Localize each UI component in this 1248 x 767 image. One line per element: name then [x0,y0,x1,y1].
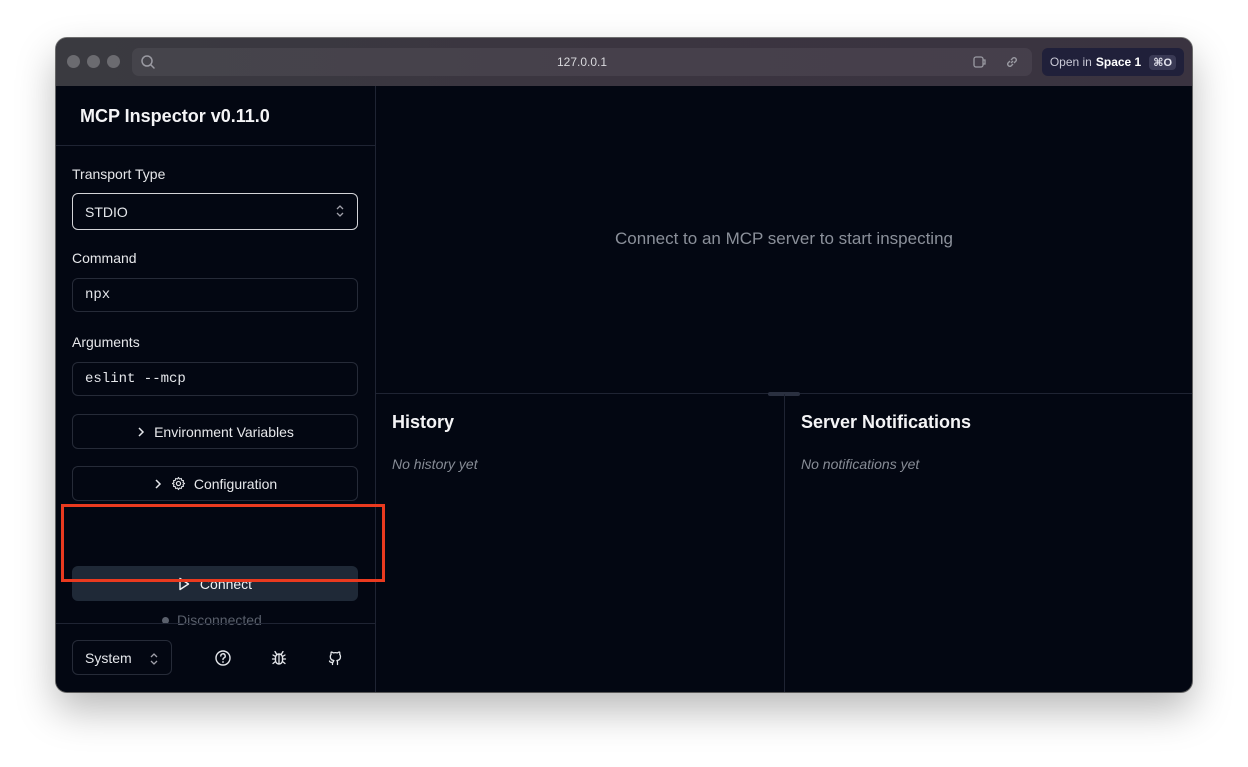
link-icon[interactable] [1004,54,1020,70]
connect-button[interactable]: Connect [72,566,358,601]
gear-icon [171,476,185,491]
close-window-button[interactable] [67,55,80,68]
chevron-right-icon [138,426,145,437]
app-title: MCP Inspector v0.11.0 [80,106,270,126]
reader-icon[interactable] [972,54,988,70]
configuration-label: Configuration [193,475,278,492]
sidebar: MCP Inspector v0.11.0 Transport Type STD… [56,86,376,692]
environment-variables-label: Environment Variables [154,423,294,440]
command-label: Command [72,250,137,266]
sidebar-header: MCP Inspector v0.11.0 [56,86,375,146]
chevron-up-down-icon [150,653,158,665]
empty-state-message: Connect to an MCP server to start inspec… [615,229,953,248]
chevron-right-icon [155,478,161,489]
arguments-value: eslint --mcp [85,371,186,387]
browser-titlebar: 127.0.0.1 Open in Space 1 ⌘O [56,38,1192,86]
shortcut-badge: ⌘O [1149,54,1176,70]
zoom-window-button[interactable] [107,55,120,68]
help-circle-icon[interactable] [214,649,232,667]
transport-type-label: Transport Type [72,166,166,182]
arguments-label: Arguments [72,334,140,350]
open-in-label: Open in [1049,55,1092,69]
command-value: npx [85,287,111,303]
history-empty-text: No history yet [392,456,478,472]
play-icon [179,577,190,590]
transport-type-value: STDIO [85,203,128,220]
configuration-button[interactable]: Configuration [72,466,358,501]
chevron-up-down-icon [336,205,344,217]
sidebar-footer: System [56,623,375,692]
connect-label: Connect [199,575,253,592]
transport-type-select[interactable]: STDIO [72,193,358,230]
command-input[interactable]: npx [72,278,358,312]
arguments-input[interactable]: eslint --mcp [72,362,358,396]
environment-variables-button[interactable]: Environment Variables [72,414,358,449]
main-content: Connect to an MCP server to start inspec… [376,86,1192,692]
notifications-panel: Server Notifications No notifications ye… [785,394,1192,692]
notifications-empty-text: No notifications yet [801,456,920,472]
space-label: Space 1 [1095,55,1142,69]
theme-value: System [85,649,132,666]
address-bar[interactable]: 127.0.0.1 [132,48,1032,76]
url-text: 127.0.0.1 [556,55,608,69]
inspector-panel: Connect to an MCP server to start inspec… [376,86,1192,394]
theme-select[interactable]: System [72,640,172,675]
notifications-title: Server Notifications [801,412,972,432]
browser-window: 127.0.0.1 Open in Space 1 ⌘O MCP Inspect… [56,38,1192,692]
history-title: History [392,412,455,432]
github-icon[interactable] [326,649,344,667]
history-panel: History No history yet [376,394,785,692]
minimize-window-button[interactable] [87,55,100,68]
bug-icon[interactable] [270,649,288,667]
open-in-space-button[interactable]: Open in Space 1 ⌘O [1041,48,1184,76]
